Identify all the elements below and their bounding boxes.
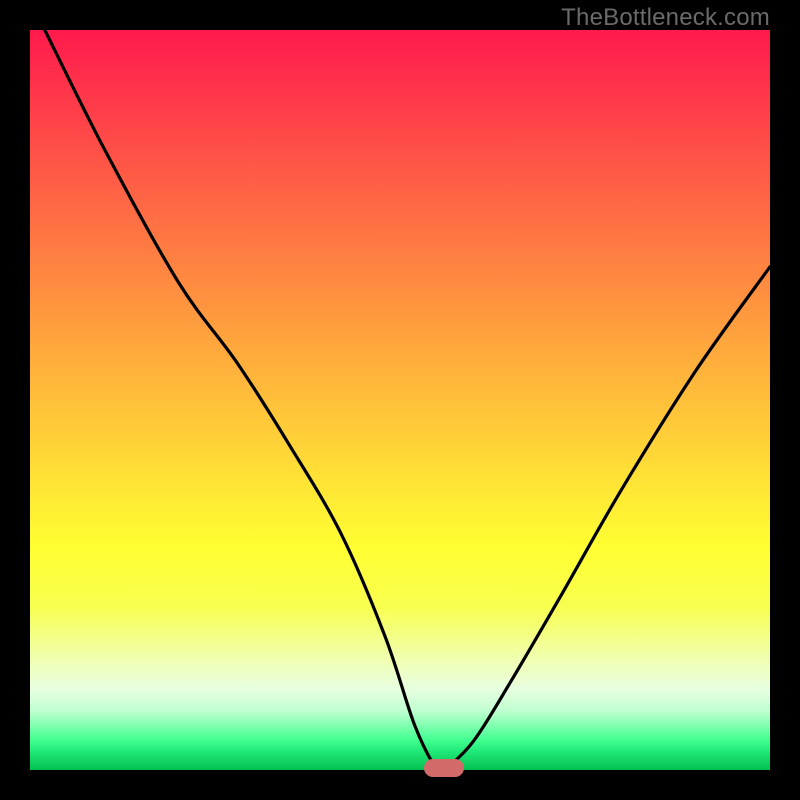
bottleneck-curve: [30, 30, 770, 770]
chart-frame: TheBottleneck.com: [0, 0, 800, 800]
attribution-text: TheBottleneck.com: [561, 4, 770, 32]
plot-area: [30, 30, 770, 770]
minimum-marker-pill: [424, 759, 464, 777]
